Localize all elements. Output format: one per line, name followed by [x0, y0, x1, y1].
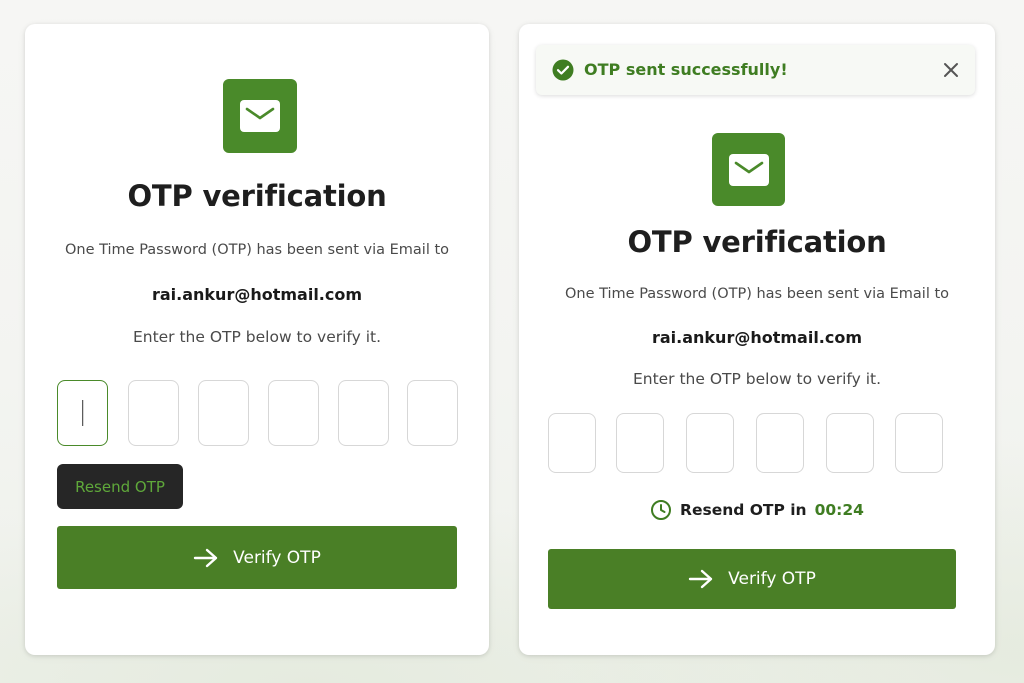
- otp-digit-4[interactable]: [756, 413, 804, 473]
- otp-digit-2[interactable]: [128, 380, 179, 446]
- otp-digit-5[interactable]: [826, 413, 874, 473]
- otp-digit-5[interactable]: [338, 380, 389, 446]
- clock-icon: [651, 500, 672, 520]
- otp-digit-4[interactable]: [268, 380, 319, 446]
- verify-otp-label: Verify OTP: [728, 569, 816, 589]
- verify-otp-button[interactable]: Verify OTP: [57, 526, 457, 589]
- page-title: OTP verification: [127, 179, 387, 213]
- otp-card-left: OTP verification One Time Password (OTP)…: [25, 24, 489, 655]
- success-toast: OTP sent successfully!: [536, 45, 975, 95]
- resend-otp-label: Resend OTP: [75, 477, 165, 496]
- otp-digit-6[interactable]: [895, 413, 943, 473]
- email-address: rai.ankur@hotmail.com: [651, 328, 863, 347]
- toast-message: OTP sent successfully!: [584, 60, 788, 79]
- arrow-right-icon: [193, 548, 218, 567]
- text-cursor: [81, 400, 84, 426]
- verify-otp-button[interactable]: Verify OTP: [548, 549, 956, 609]
- resend-timer: Resend OTP in 00:24: [519, 498, 995, 522]
- otp-digit-1[interactable]: [57, 380, 108, 446]
- resend-otp-button[interactable]: Resend OTP: [57, 464, 183, 509]
- otp-digit-3[interactable]: [686, 413, 734, 473]
- otp-card-right: OTP sent successfully! OTP verification …: [519, 24, 995, 655]
- otp-instruction: Enter the OTP below to verify it.: [132, 328, 382, 346]
- page-title: OTP verification: [627, 225, 887, 259]
- otp-digit-2[interactable]: [616, 413, 664, 473]
- otp-sent-message: One Time Password (OTP) has been sent vi…: [564, 286, 950, 302]
- check-circle-icon: [552, 59, 574, 81]
- mail-icon: [223, 79, 297, 153]
- mail-icon: [712, 133, 785, 206]
- otp-instruction: Enter the OTP below to verify it.: [632, 370, 882, 388]
- email-address: rai.ankur@hotmail.com: [151, 285, 363, 304]
- arrow-right-icon: [688, 569, 713, 589]
- otp-digit-6[interactable]: [407, 380, 458, 446]
- otp-sent-message: One Time Password (OTP) has been sent vi…: [64, 242, 450, 258]
- close-icon[interactable]: [943, 62, 959, 78]
- otp-digit-1[interactable]: [548, 413, 596, 473]
- resend-timer-label: Resend OTP in: [680, 501, 807, 519]
- verify-otp-label: Verify OTP: [233, 547, 321, 568]
- resend-timer-value: 00:24: [814, 501, 864, 519]
- otp-digit-3[interactable]: [198, 380, 249, 446]
